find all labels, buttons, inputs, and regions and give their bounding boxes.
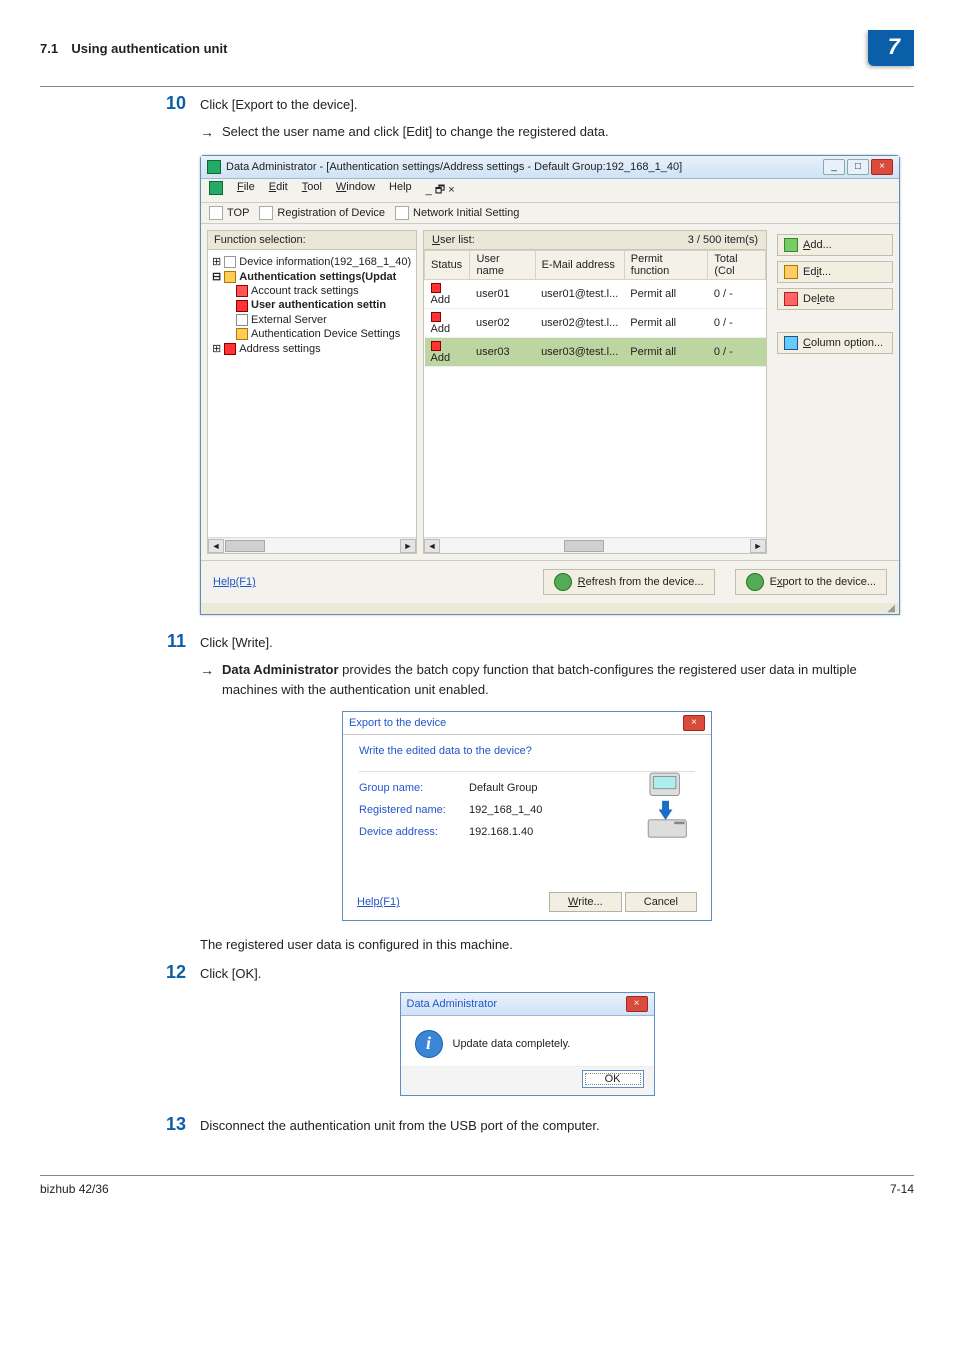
info-icon: i [415,1030,443,1058]
dialog-titlebar[interactable]: Export to the device × [343,712,711,735]
user-icon [431,341,441,351]
tree-account-track[interactable]: Account track settings [212,284,412,298]
user-list-panel: User list: 3 / 500 item(s) Status User n… [423,230,767,554]
userlist-label: User list: [432,234,475,246]
table-row-selected[interactable]: Add user03user03@test.l...Permit all0 / … [425,338,766,367]
section-title: Using authentication unit [71,41,227,56]
step-10-number: 10 [160,93,186,114]
step-11-sub: Data Administrator provides the batch co… [222,660,894,699]
minimize-button[interactable]: _ [823,159,845,175]
action-panel: Add... Edit... Delete Column option... [773,230,893,554]
toolbar: TOP Registration of Device Network Initi… [201,203,899,224]
footer-left: bizhub 42/36 [40,1182,109,1196]
row-address: Device address:192.168.1.40 [359,826,643,838]
row-registered: Registered name:192_168_1_40 [359,804,643,816]
section-num: 7.1 [40,41,58,56]
function-tree-panel: Function selection: ⊞ Device information… [207,230,417,554]
titlebar[interactable]: Data Administrator - [Authentication set… [201,156,899,179]
edit-button[interactable]: Edit... [777,261,893,283]
help-link[interactable]: Help(F1) [213,576,256,588]
toolbar-network[interactable]: Network Initial Setting [395,206,519,220]
menu-edit[interactable]: Edit [269,181,288,200]
tree-device-info[interactable]: ⊞ Device information(192_168_1_40) [212,254,412,269]
export-button[interactable]: Export to the device... [735,569,887,595]
col-status[interactable]: Status [425,251,470,280]
menu-file[interactable]: File [237,181,255,200]
step-11-number: 11 [160,631,186,652]
step-10-text: Click [Export to the device]. [200,93,894,114]
dialog-help-link[interactable]: Help(F1) [357,896,400,908]
cancel-button[interactable]: Cancel [625,892,697,912]
resize-grip[interactable]: ◢ [201,603,899,614]
userlist-header-row: Status User name E-Mail address Permit f… [425,251,766,280]
delete-button[interactable]: Delete [777,288,893,310]
close-button[interactable]: × [871,159,893,175]
column-option-button[interactable]: Column option... [777,332,893,354]
step-13-number: 13 [160,1114,186,1135]
toolbar-register[interactable]: Registration of Device [259,206,385,220]
col-username[interactable]: User name [470,251,535,280]
user-icon [431,312,441,322]
data-administrator-window: Data Administrator - [Authentication set… [200,155,900,615]
add-icon [784,238,798,252]
info-message: Update data completely. [453,1038,571,1050]
tree-user-auth[interactable]: User authentication settin [212,298,412,312]
refresh-button[interactable]: Refresh from the device... [543,569,715,595]
column-icon [784,336,798,350]
window-title: Data Administrator - [Authentication set… [226,161,682,173]
tree-address-settings[interactable]: ⊞ Address settings [212,341,412,356]
footer-right: 7-14 [890,1182,914,1196]
info-titlebar[interactable]: Data Administrator × [401,993,654,1016]
delete-icon [784,292,798,306]
dialog-close-button[interactable]: × [683,715,705,731]
menu-help[interactable]: Help [389,181,412,200]
table-row[interactable]: Add user01user01@test.l...Permit all0 / … [425,280,766,309]
device-icon [643,771,695,841]
mdi-controls[interactable]: _ 🗗 × [426,181,455,200]
step-12-number: 12 [160,962,186,983]
menu-tool[interactable]: Tool [302,181,322,200]
dialog-title: Export to the device [349,717,446,729]
tree-hscroll[interactable]: ◄► [208,537,416,553]
tree-auth-settings[interactable]: ⊟ Authentication settings(Updat [212,269,412,284]
chapter-tab: 7 [868,30,914,66]
post-step11-text: The registered user data is configured i… [200,937,894,952]
tree-head: Function selection: [208,231,416,250]
table-row[interactable]: Add user02user02@test.l...Permit all0 / … [425,309,766,338]
app-icon [207,160,221,174]
list-hscroll[interactable]: ◄► [424,537,766,553]
toolbar-top[interactable]: TOP [209,206,249,220]
export-dialog: Export to the device × Write the edited … [342,711,712,921]
step-12-text: Click [OK]. [200,962,894,983]
col-total[interactable]: Total (Col [708,251,766,280]
ok-button[interactable]: OK [582,1070,644,1088]
row-group: Group name:Default Group [359,782,643,794]
menu-window[interactable]: Window [336,181,375,200]
menubar: File Edit Tool Window Help _ 🗗 × [201,179,899,203]
dialog-message: Write the edited data to the device? [359,745,695,757]
col-permit[interactable]: Permit function [624,251,708,280]
info-dialog: Data Administrator × i Update data compl… [400,992,655,1096]
info-title: Data Administrator [407,998,497,1010]
step-10-sub: Select the user name and click [Edit] to… [222,122,609,143]
userlist-count: 3 / 500 item(s) [688,234,758,246]
step-11-text: Click [Write]. [200,631,894,652]
arrow-icon: → [200,122,214,143]
menu-app-icon [209,181,223,195]
write-button[interactable]: Write... [549,892,622,912]
info-close-button[interactable]: × [626,996,648,1012]
maximize-button[interactable]: □ [847,159,869,175]
refresh-icon [554,573,572,591]
user-icon [431,283,441,293]
add-button[interactable]: Add... [777,234,893,256]
tree-external-server[interactable]: External Server [212,313,412,327]
tree-auth-device[interactable]: Authentication Device Settings [212,327,412,341]
col-email[interactable]: E-Mail address [535,251,624,280]
step-13-text: Disconnect the authentication unit from … [200,1114,894,1135]
export-icon [746,573,764,591]
arrow-icon: → [200,660,214,699]
edit-icon [784,265,798,279]
